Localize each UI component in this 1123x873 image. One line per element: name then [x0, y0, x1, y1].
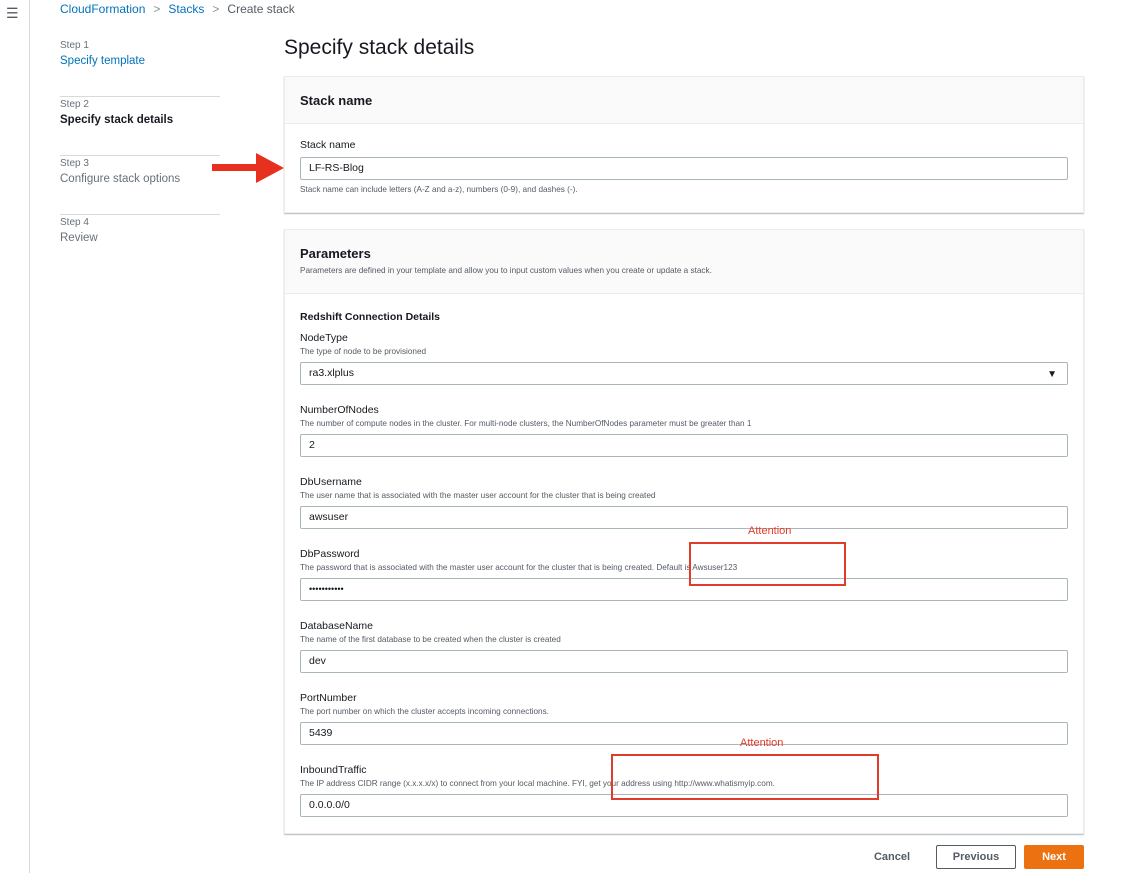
step-number: Step 1	[60, 40, 89, 51]
attention-label-inbound: Attention	[740, 737, 784, 749]
databasename-label: DatabaseName	[300, 620, 373, 632]
parameters-description: Parameters are defined in your template …	[300, 266, 712, 275]
panel-header: Parameters Parameters are defined in you…	[285, 230, 1083, 294]
numberofnodes-desc: The number of compute nodes in the clust…	[300, 419, 752, 428]
breadcrumb-cloudformation[interactable]: CloudFormation	[60, 2, 145, 16]
step-review: Review	[60, 232, 98, 244]
step-1: Step 1 Specify template	[60, 38, 220, 97]
step-number: Step 4	[60, 217, 89, 228]
section-title: Redshift Connection Details	[300, 311, 441, 323]
numberofnodes-input[interactable]: 2	[300, 434, 1068, 457]
numberofnodes-label: NumberOfNodes	[300, 404, 379, 416]
hamburger-menu-icon[interactable]: ☰	[6, 6, 19, 20]
step-configure-stack-options: Configure stack options	[60, 173, 181, 185]
nodetype-value: ra3.xlplus	[309, 367, 354, 379]
wizard-steps: Step 1 Specify template Step 2 Specify s…	[60, 38, 220, 273]
step-number: Step 3	[60, 158, 89, 169]
breadcrumb: CloudFormation > Stacks > Create stack	[60, 2, 295, 16]
nodetype-select[interactable]: ra3.xlplus ▼	[300, 362, 1068, 385]
stack-name-input[interactable]: LF-RS-Blog	[300, 157, 1068, 180]
parameters-panel: Parameters Parameters are defined in you…	[284, 229, 1084, 834]
databasename-input[interactable]: dev	[300, 650, 1068, 673]
dbpassword-input[interactable]: •••••••••••	[300, 578, 1068, 601]
caret-down-icon: ▼	[1047, 369, 1057, 380]
breadcrumb-stacks[interactable]: Stacks	[168, 2, 204, 16]
step-2: Step 2 Specify stack details	[60, 97, 220, 156]
step-4: Step 4 Review	[60, 215, 220, 273]
portnumber-label: PortNumber	[300, 692, 357, 704]
previous-button[interactable]: Previous	[936, 845, 1016, 869]
panel-header: Stack name	[285, 77, 1083, 124]
dbusername-input[interactable]: awsuser	[300, 506, 1068, 529]
portnumber-input[interactable]: 5439	[300, 722, 1068, 745]
step-link-specify-template[interactable]: Specify template	[60, 55, 145, 67]
cancel-button[interactable]: Cancel	[861, 846, 923, 868]
dbpassword-desc: The password that is associated with the…	[300, 563, 738, 572]
stack-name-hint: Stack name can include letters (A-Z and …	[300, 185, 578, 194]
panel-title: Parameters	[300, 246, 371, 261]
breadcrumb-current: Create stack	[227, 2, 295, 16]
attention-box-password	[689, 542, 846, 586]
stack-name-panel: Stack name Stack name LF-RS-Blog Stack n…	[284, 76, 1084, 213]
step-current-specify-stack-details: Specify stack details	[60, 114, 174, 126]
left-navigation-rail: ☰	[0, 0, 30, 873]
nodetype-label: NodeType	[300, 332, 348, 344]
dbusername-label: DbUsername	[300, 476, 362, 488]
nodetype-desc: The type of node to be provisioned	[300, 347, 427, 356]
portnumber-desc: The port number on which the cluster acc…	[300, 707, 549, 716]
dbusername-desc: The user name that is associated with th…	[300, 491, 656, 500]
attention-label-password: Attention	[748, 525, 792, 537]
chevron-right-icon: >	[212, 2, 220, 16]
databasename-desc: The name of the first database to be cre…	[300, 635, 561, 644]
red-arrow-annotation	[212, 153, 284, 183]
page-title: Specify stack details	[284, 36, 475, 59]
attention-box-inbound	[611, 754, 879, 800]
chevron-right-icon: >	[153, 2, 161, 16]
step-number: Step 2	[60, 99, 89, 110]
panel-title: Stack name	[300, 93, 373, 108]
dbpassword-label: DbPassword	[300, 548, 360, 560]
step-3: Step 3 Configure stack options	[60, 156, 220, 215]
stack-name-label: Stack name	[300, 139, 356, 151]
next-button[interactable]: Next	[1024, 845, 1084, 869]
inboundtraffic-label: InboundTraffic	[300, 764, 367, 776]
